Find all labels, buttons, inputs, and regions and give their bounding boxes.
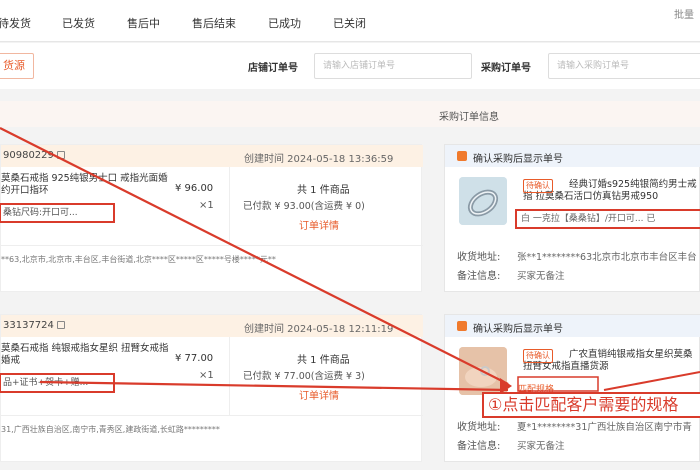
annotation-arrow [39, 380, 509, 392]
annotation-arrow [603, 371, 700, 391]
annotation-arrow [0, 127, 509, 385]
annotation-box [517, 376, 599, 392]
instruction-callout: ①点击匹配客户需要的规格 [482, 392, 700, 418]
